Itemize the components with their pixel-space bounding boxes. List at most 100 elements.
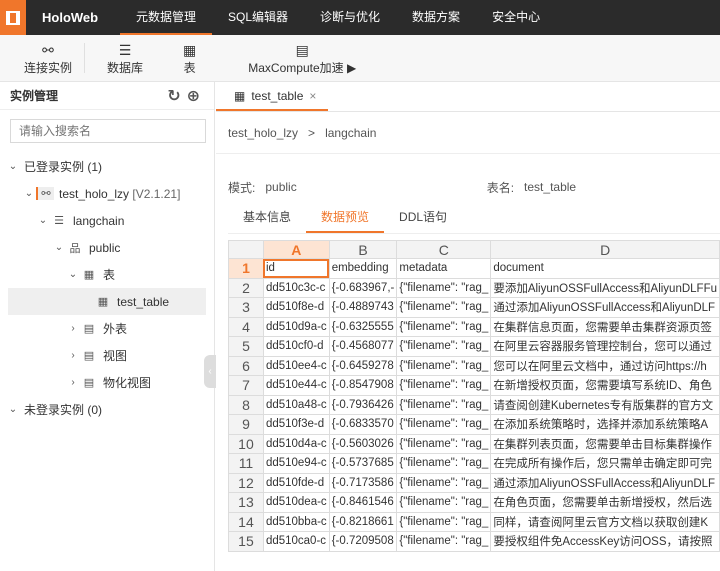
grid-cell[interactable]: {-0.6325555 bbox=[328, 316, 398, 337]
row-number[interactable]: 8 bbox=[228, 394, 264, 415]
row-number[interactable]: 9 bbox=[228, 414, 264, 435]
grid-cell[interactable]: 您可以在阿里云文档中，通过访问https://h bbox=[490, 355, 720, 376]
nav-diagnosis[interactable]: 诊断与优化 bbox=[304, 0, 396, 35]
grid-cell[interactable]: {-0.7936426 bbox=[328, 394, 398, 415]
connect-instance-button[interactable]: ⚯ 连接实例 bbox=[0, 35, 84, 81]
row-number[interactable]: 12 bbox=[228, 472, 264, 493]
row-number[interactable]: 4 bbox=[228, 316, 264, 337]
grid-cell[interactable]: metadata bbox=[396, 258, 492, 279]
grid-cell[interactable]: {"filename": "rag_ bbox=[396, 277, 492, 298]
tab-test-table[interactable]: ▦ test_table × bbox=[216, 82, 329, 111]
grid-cell[interactable]: 要添加AliyunOSSFullAccess和AliyunDLFFu bbox=[490, 277, 720, 298]
tab-data-preview[interactable]: 数据预览 bbox=[306, 202, 385, 233]
chevron-down-icon[interactable]: ⌄ bbox=[36, 215, 50, 226]
row-number[interactable]: 6 bbox=[228, 355, 264, 376]
nav-solutions[interactable]: 数据方案 bbox=[396, 0, 476, 35]
grid-cell[interactable]: dd510c3c-c bbox=[262, 277, 330, 298]
grid-cell[interactable]: {"filename": "rag_ bbox=[396, 511, 492, 532]
row-number[interactable]: 13 bbox=[228, 492, 264, 513]
row-number[interactable]: 7 bbox=[228, 375, 264, 396]
holoweb-logo-icon[interactable] bbox=[0, 0, 26, 35]
grid-cell[interactable]: {"filename": "rag_ bbox=[396, 492, 492, 513]
grid-cell[interactable]: dd510fde-d bbox=[262, 472, 330, 493]
tree-database[interactable]: ⌄ ☰ langchain bbox=[0, 207, 214, 234]
breadcrumb-instance[interactable]: test_holo_lzy bbox=[228, 126, 298, 140]
chevron-down-icon[interactable]: ⌄ bbox=[22, 188, 36, 199]
grid-cell[interactable]: {-0.8461546 bbox=[328, 492, 398, 513]
grid-cell[interactable]: 通过添加AliyunOSSFullAccess和AliyunDLF bbox=[490, 472, 720, 493]
grid-cell[interactable]: {"filename": "rag_ bbox=[396, 433, 492, 454]
grid-cell[interactable]: {"filename": "rag_ bbox=[396, 297, 492, 318]
grid-cell[interactable]: {"filename": "rag_ bbox=[396, 453, 492, 474]
chevron-down-icon[interactable]: ⌄ bbox=[66, 269, 80, 280]
grid-cell[interactable]: 在新增授权页面，您需要填写系统ID、角色 bbox=[490, 375, 720, 396]
breadcrumb-db[interactable]: langchain bbox=[325, 126, 376, 140]
chevron-right-icon[interactable]: › bbox=[66, 350, 80, 361]
database-button[interactable]: ☰ 数据库 bbox=[85, 35, 161, 81]
column-header[interactable]: A bbox=[262, 240, 330, 259]
grid-cell[interactable]: {-0.683967,- bbox=[328, 277, 398, 298]
tree-mviews[interactable]: › ▤ 物化视图 bbox=[0, 369, 214, 396]
grid-cell[interactable]: 在阿里云容器服务管理控制台，您可以通过 bbox=[490, 336, 720, 357]
chevron-down-icon[interactable]: ⌄ bbox=[6, 404, 20, 415]
nav-security[interactable]: 安全中心 bbox=[476, 0, 556, 35]
nav-metadata[interactable]: 元数据管理 bbox=[120, 0, 213, 35]
tree-table-item[interactable]: ▦ test_table bbox=[8, 288, 206, 315]
grid-cell[interactable]: {"filename": "rag_ bbox=[396, 414, 492, 435]
grid-cell[interactable]: embedding bbox=[328, 258, 398, 279]
row-number[interactable]: 14 bbox=[228, 511, 264, 532]
grid-cell[interactable]: dd510e44-c bbox=[262, 375, 330, 396]
chevron-down-icon[interactable]: ⌄ bbox=[52, 242, 66, 253]
search-input[interactable] bbox=[10, 119, 206, 143]
row-number[interactable]: 2 bbox=[228, 277, 264, 298]
grid-cell[interactable]: dd510ca0-c bbox=[262, 531, 330, 552]
locate-icon[interactable]: ⊕ bbox=[187, 88, 206, 105]
grid-cell[interactable]: dd510d9a-c bbox=[262, 316, 330, 337]
grid-cell[interactable]: 要授权组件免AccessKey访问OSS，请按照 bbox=[490, 531, 720, 552]
grid-cell[interactable]: dd510ee4-c bbox=[262, 355, 330, 376]
tree-instance[interactable]: ⌄ ⚯ test_holo_lzy [V2.1.21] bbox=[0, 180, 214, 207]
row-number[interactable]: 11 bbox=[228, 453, 264, 474]
tree-logged-in[interactable]: ⌄ 已登录实例 (1) bbox=[0, 153, 214, 180]
refresh-icon[interactable]: ↻ bbox=[167, 88, 186, 105]
grid-cell[interactable]: 在角色页面，您需要单击新增授权，然后选 bbox=[490, 492, 720, 513]
grid-cell[interactable]: dd510e94-c bbox=[262, 453, 330, 474]
grid-cell[interactable]: dd510cf0-d bbox=[262, 336, 330, 357]
grid-corner[interactable] bbox=[228, 240, 264, 259]
chevron-right-icon[interactable]: › bbox=[66, 323, 80, 334]
close-icon[interactable]: × bbox=[309, 89, 316, 103]
grid-cell[interactable]: {-0.6459278 bbox=[328, 355, 398, 376]
grid-cell[interactable]: {"filename": "rag_ bbox=[396, 355, 492, 376]
grid-cell[interactable]: {-0.8547908 bbox=[328, 375, 398, 396]
tree-tables[interactable]: ⌄ ▦ 表 bbox=[0, 261, 214, 288]
grid-cell[interactable]: dd510f8e-d bbox=[262, 297, 330, 318]
grid-cell[interactable]: 在完成所有操作后，您只需单击确定即可完 bbox=[490, 453, 720, 474]
grid-cell[interactable]: dd510a48-c bbox=[262, 394, 330, 415]
grid-cell[interactable]: {"filename": "rag_ bbox=[396, 394, 492, 415]
tree-schema[interactable]: ⌄ 品 public bbox=[0, 234, 214, 261]
column-header[interactable]: B bbox=[328, 240, 398, 259]
row-number[interactable]: 10 bbox=[228, 433, 264, 454]
tab-ddl[interactable]: DDL语句 bbox=[384, 202, 462, 233]
table-button[interactable]: ▦ 表 bbox=[161, 35, 218, 81]
tree-foreign-tables[interactable]: › ▤ 外表 bbox=[0, 315, 214, 342]
grid-cell[interactable]: 在集群列表页面，您需要单击目标集群操作 bbox=[490, 433, 720, 454]
grid-cell[interactable]: 通过添加AliyunOSSFullAccess和AliyunDLF bbox=[490, 297, 720, 318]
column-header[interactable]: C bbox=[396, 240, 492, 259]
grid-cell[interactable]: 在集群信息页面，您需要单击集群资源页签 bbox=[490, 316, 720, 337]
grid-cell[interactable]: {"filename": "rag_ bbox=[396, 472, 492, 493]
grid-cell[interactable]: dd510d4a-c bbox=[262, 433, 330, 454]
grid-cell[interactable]: document bbox=[490, 258, 720, 279]
grid-cell[interactable]: {"filename": "rag_ bbox=[396, 336, 492, 357]
grid-cell[interactable]: dd510dea-c bbox=[262, 492, 330, 513]
grid-cell[interactable]: {-0.5603026 bbox=[328, 433, 398, 454]
grid-cell[interactable]: {-0.5737685 bbox=[328, 453, 398, 474]
grid-cell[interactable]: dd510f3e-d bbox=[262, 414, 330, 435]
collapse-sidebar-handle[interactable]: ‹ bbox=[204, 355, 216, 388]
tree-views[interactable]: › ▤ 视图 bbox=[0, 342, 214, 369]
grid-cell[interactable]: {-0.6833570 bbox=[328, 414, 398, 435]
grid-cell[interactable]: dd510bba-c bbox=[262, 511, 330, 532]
tab-basic-info[interactable]: 基本信息 bbox=[228, 202, 306, 233]
nav-sql-editor[interactable]: SQL编辑器 bbox=[212, 0, 304, 35]
grid-cell[interactable]: id bbox=[262, 258, 330, 279]
